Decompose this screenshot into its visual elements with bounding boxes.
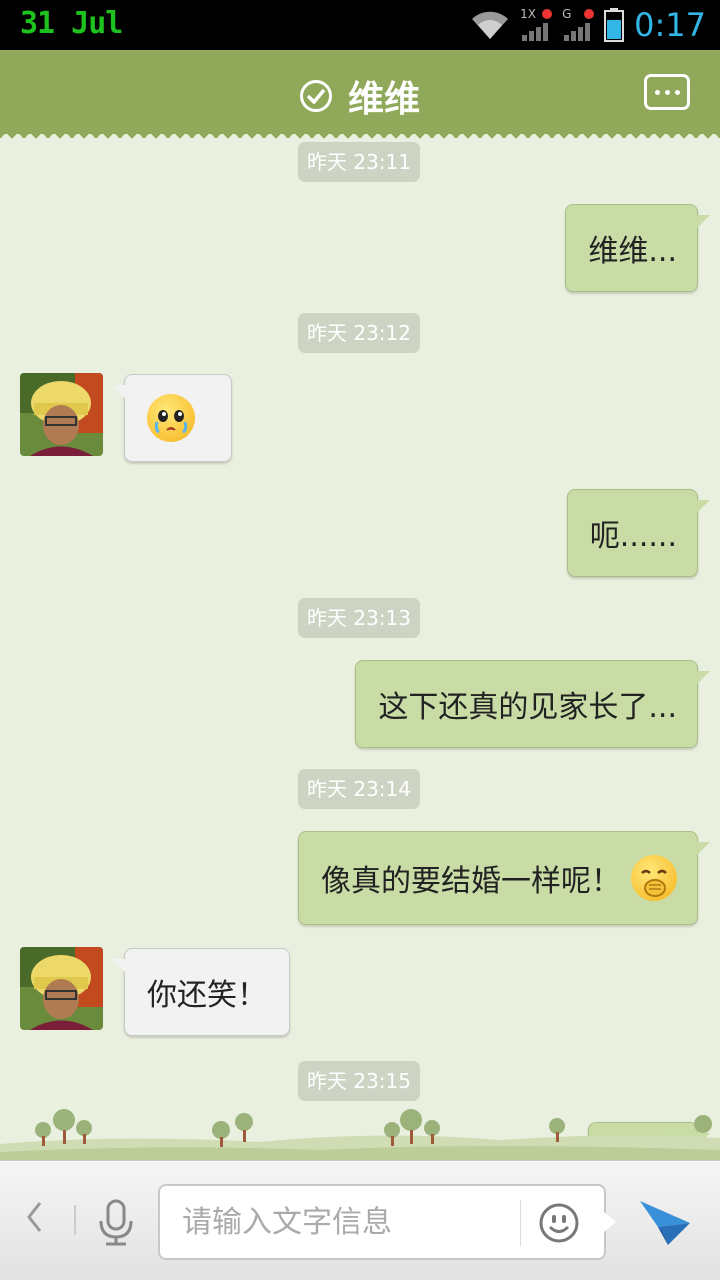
background-landscape [0,1109,720,1160]
timestamp: 昨天 23:11 [298,142,420,182]
divider [520,1200,521,1246]
avatar[interactable] [20,947,103,1030]
dot-icon [674,89,680,95]
dot-icon [664,89,670,95]
timestamp: 昨天 23:15 [298,1061,420,1101]
input-bar [0,1160,720,1280]
status-time: 0:17 [634,6,706,44]
message-sent[interactable]: 呃...... [566,489,711,577]
message-received[interactable] [112,374,232,462]
status-bar: 31 Jul 1X G 0:17 [0,0,720,50]
timestamp: 昨天 23:12 [298,313,420,353]
crying-face-icon [147,394,195,442]
timestamp: 昨天 23:13 [298,598,420,638]
signal-g-icon: G [562,7,595,43]
message-input[interactable] [182,1198,512,1246]
verified-check-icon [299,80,332,112]
message-sent[interactable]: 像真的要结婚一样呢！ [298,831,710,925]
timestamp: 昨天 23:14 [298,769,420,809]
message-input-box[interactable] [158,1184,616,1260]
message-text: 像真的要结婚一样呢！ [321,864,621,899]
avatar[interactable] [20,373,103,456]
microphone-icon[interactable] [96,1199,136,1247]
message-text: 你还笑！ [147,978,267,1013]
chevron-left-icon[interactable] [24,1199,44,1244]
message-text: 这下还真的见家长了... [378,690,677,725]
signal-1x-icon: 1X [520,7,553,43]
chat-title: 维维 [347,79,420,120]
message-sent[interactable]: 这下还真的见家长了... [355,660,710,748]
divider [74,1205,76,1235]
title-group: 维维 [0,70,720,122]
message-text: 维维... [588,234,677,269]
smiley-icon[interactable] [538,1202,580,1244]
message-text: 呃...... [589,519,677,554]
chat-area[interactable]: 昨天 23:11 维维... 昨天 23:12 呃...... 昨天 23:13… [0,134,720,1160]
message-sent[interactable]: 维维... [565,204,710,292]
status-icons: 1X G 0:17 [470,4,706,46]
status-date: 31 Jul [20,6,123,41]
more-options-button[interactable] [644,74,690,110]
battery-icon [604,8,625,42]
dot-icon [654,89,660,95]
wifi-icon [472,11,509,39]
message-received[interactable]: 你还笑！ [112,948,290,1036]
send-icon[interactable] [638,1197,692,1247]
title-bar: 维维 [0,50,720,140]
shy-giggle-icon [631,855,677,901]
